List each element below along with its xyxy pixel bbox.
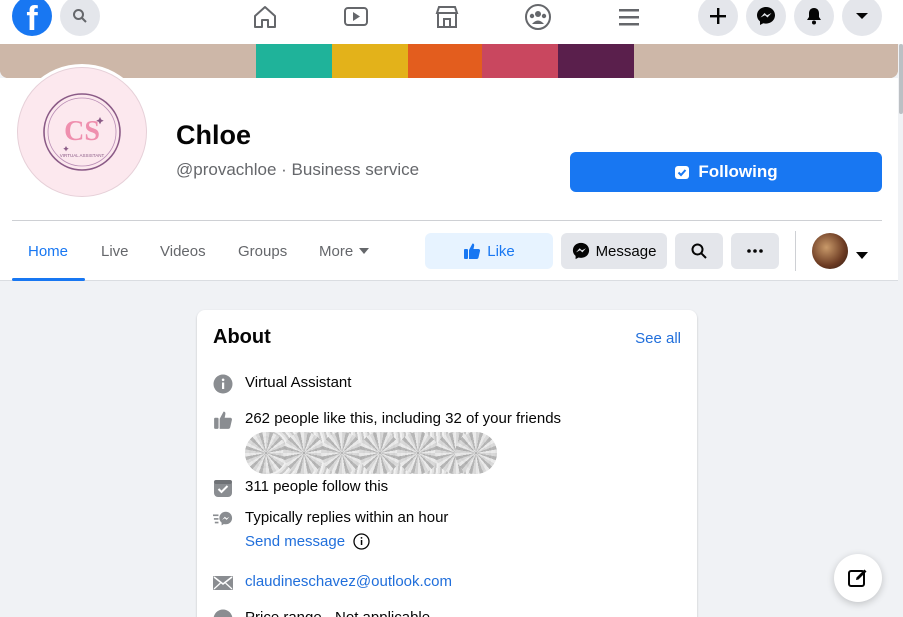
tab-groups[interactable]: Groups (238, 243, 287, 260)
info-outline-icon[interactable] (353, 533, 370, 550)
new-message-button[interactable] (834, 554, 882, 602)
about-email-row: claudineschavez@outlook.com (213, 573, 452, 593)
about-likes: 262 people like this, including 32 of yo… (245, 410, 562, 427)
ellipsis-icon (747, 249, 763, 253)
marketplace-icon (435, 6, 459, 28)
tab-more[interactable]: More (319, 243, 370, 260)
see-all-link[interactable]: See all (635, 330, 681, 347)
about-email-link[interactable]: claudineschavez@outlook.com (245, 573, 452, 590)
about-card: About See all Virtual Assistant 262 peop… (197, 310, 697, 617)
page-handle-category: @provachloe · Business service (176, 160, 420, 179)
groups-tab[interactable] (523, 2, 553, 32)
like-button[interactable]: Like (425, 233, 553, 269)
facebook-logo[interactable]: f (12, 0, 52, 36)
caret-down-icon (856, 252, 868, 259)
about-title: About (213, 326, 271, 348)
about-replies-row: Typically replies within an hour (213, 509, 448, 529)
about-price-row: Price range · Not applicable (213, 609, 430, 617)
menu-icon (619, 9, 639, 26)
about-likes-row: 262 people like this, including 32 of yo… (213, 410, 561, 430)
plus-icon (710, 8, 726, 24)
home-icon (254, 6, 276, 28)
messenger-icon (572, 242, 589, 260)
following-check-icon (675, 166, 690, 179)
send-message-row: Send message (245, 533, 370, 550)
cover-stripe (558, 44, 634, 78)
message-button[interactable]: Message (561, 233, 667, 269)
page-search-button[interactable] (675, 233, 723, 269)
cs-logo-icon: CS VIRTUAL ASSISTANT (43, 93, 121, 171)
like-label: Like (487, 242, 515, 260)
watch-tab[interactable] (341, 2, 371, 32)
more-options-button[interactable] (731, 233, 779, 269)
thumbs-up-icon (213, 410, 233, 430)
marketplace-tab[interactable] (432, 2, 462, 32)
search-icon (691, 243, 707, 259)
search-icon (73, 9, 87, 23)
groups-icon (525, 4, 551, 30)
about-follows-row: 311 people follow this (213, 478, 388, 498)
messenger-button[interactable] (746, 0, 786, 36)
action-separator (795, 231, 796, 271)
following-label: Following (698, 162, 778, 181)
tab-live[interactable]: Live (101, 243, 129, 260)
message-label: Message (595, 242, 657, 260)
scrollbar-thumb[interactable] (899, 44, 903, 114)
cover-stripe (408, 44, 482, 78)
avatar-caption: VIRTUAL ASSISTANT (60, 153, 105, 158)
avatar-monogram: CS (64, 116, 100, 147)
envelope-icon (213, 573, 233, 593)
compose-icon (848, 569, 867, 587)
page-scrollbar[interactable] (898, 44, 903, 617)
active-tab-indicator (12, 278, 85, 281)
notifications-button[interactable] (794, 0, 834, 36)
page-title: Chloe (176, 120, 252, 150)
caret-down-icon (359, 248, 370, 254)
cover-stripe (332, 44, 408, 78)
header-divider (12, 220, 882, 221)
about-price-range: Price range · Not applicable (245, 609, 430, 617)
watch-icon (344, 7, 368, 26)
friends-avatars-blurred[interactable] (245, 432, 497, 474)
acting-as-avatar[interactable] (812, 233, 848, 269)
cover-stripe (482, 44, 558, 78)
tab-videos[interactable]: Videos (160, 243, 206, 260)
notifications-icon (807, 8, 821, 25)
cover-stripe (634, 44, 898, 78)
account-button[interactable] (842, 0, 882, 36)
tab-more-label: More (319, 243, 354, 260)
following-button[interactable]: Following (570, 152, 882, 192)
search-button[interactable] (60, 0, 100, 36)
cover-stripe (256, 44, 332, 78)
home-tab[interactable] (250, 2, 280, 32)
top-navigation: f (0, 0, 903, 44)
follow-check-icon (213, 478, 233, 498)
cover-photo[interactable] (0, 44, 898, 78)
about-category-row: Virtual Assistant (213, 374, 351, 394)
cover-stripe (0, 44, 256, 78)
about-follows: 311 people follow this (245, 478, 389, 495)
tab-home[interactable]: Home (28, 243, 68, 260)
account-caret-icon (856, 13, 868, 19)
fast-reply-icon (213, 509, 233, 529)
profile-picture[interactable]: CS VIRTUAL ASSISTANT (17, 67, 147, 197)
price-tag-icon (213, 609, 233, 617)
info-icon (213, 374, 233, 394)
thumbs-up-icon (464, 243, 481, 259)
send-message-link[interactable]: Send message (245, 533, 345, 550)
about-category: Virtual Assistant (245, 374, 352, 391)
messenger-icon (757, 7, 775, 25)
menu-tab[interactable] (614, 2, 644, 32)
create-button[interactable] (698, 0, 738, 36)
switch-profile-caret[interactable] (856, 247, 868, 265)
about-replies: Typically replies within an hour (245, 509, 449, 526)
